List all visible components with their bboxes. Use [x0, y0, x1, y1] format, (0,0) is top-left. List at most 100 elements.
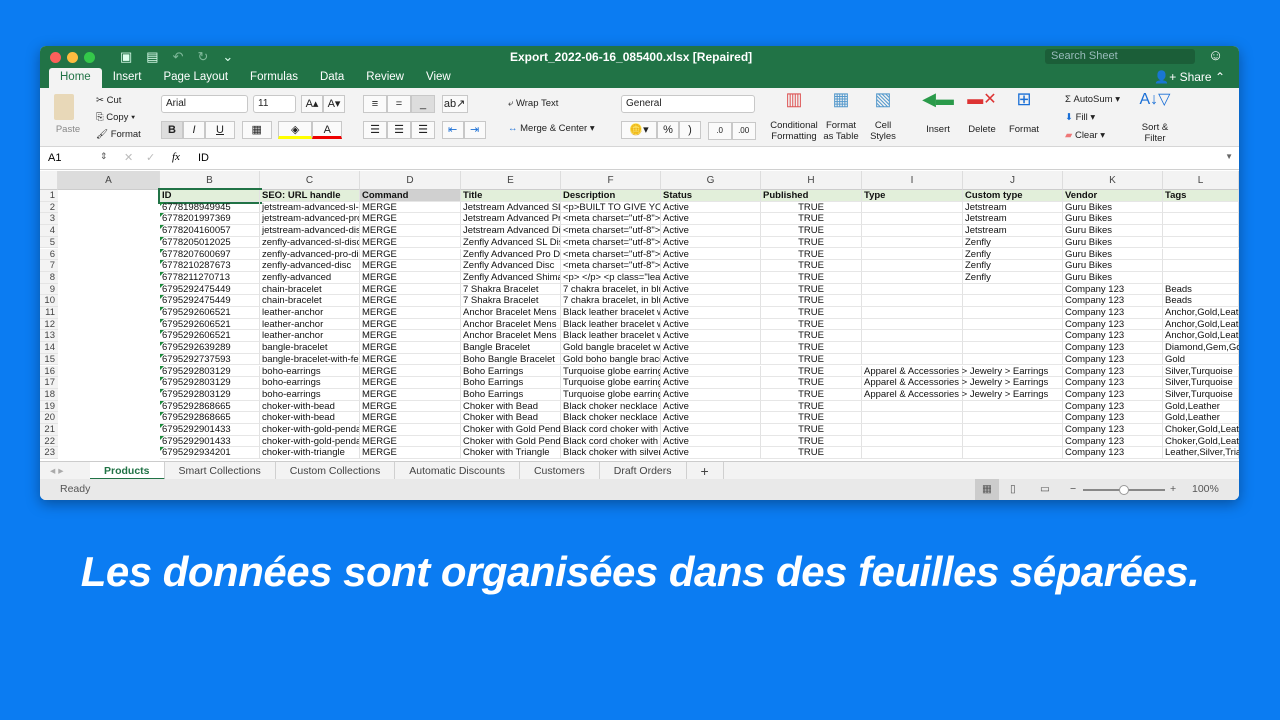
table-cell[interactable]: Choker with Bead [461, 400, 561, 413]
table-cell[interactable]: 6795292901433 [160, 435, 260, 448]
table-cell[interactable]: 6795292606521 [160, 307, 260, 319]
table-cell[interactable] [862, 412, 963, 424]
table-cell[interactable]: zenfly-advanced [260, 271, 360, 284]
column-title-cell[interactable]: Type [862, 190, 963, 202]
table-cell[interactable]: leather-anchor [260, 307, 360, 319]
table-cell[interactable]: Active [661, 283, 761, 296]
table-cell[interactable] [963, 447, 1063, 460]
table-cell[interactable]: chain-bracelet [260, 283, 360, 296]
row-header[interactable]: 12 [40, 318, 58, 331]
column-header-e[interactable]: E [461, 171, 561, 190]
name-box[interactable]: A1 [48, 152, 108, 164]
table-cell[interactable]: <meta charset="utf-8"> - [561, 225, 661, 237]
table-cell[interactable] [1163, 225, 1239, 237]
underline-button[interactable]: U [205, 121, 235, 139]
table-cell[interactable]: Silver,Turquoise [1163, 388, 1239, 401]
table-cell[interactable]: MERGE [360, 295, 461, 307]
table-cell[interactable]: Company 123 [1063, 295, 1163, 307]
table-cell[interactable]: MERGE [360, 353, 461, 366]
table-cell[interactable]: choker-with-gold-pendant [260, 424, 360, 436]
column-title-cell[interactable]: Vendor [1063, 190, 1163, 202]
orientation-icon[interactable]: ab↗ [441, 95, 468, 113]
close-button[interactable] [50, 52, 61, 63]
table-cell[interactable]: 6795292475449 [160, 283, 260, 296]
table-cell[interactable]: MERGE [360, 236, 461, 249]
table-cell[interactable]: 6778198949945 [160, 201, 260, 214]
table-cell[interactable] [862, 400, 963, 413]
table-cell[interactable]: Gold boho bangle brace [561, 353, 661, 366]
table-cell[interactable]: <p>BUILT TO GIVE YO [561, 201, 661, 214]
table-cell[interactable] [862, 330, 963, 343]
cancel-icon[interactable]: ✕ [124, 151, 133, 164]
table-cell[interactable]: 6795292803129 [160, 388, 260, 401]
clear-button[interactable]: ▰ Clear ▾ [1065, 127, 1120, 145]
table-cell[interactable]: Anchor,Gold,Leather,Silver [1163, 330, 1239, 343]
table-cell[interactable]: Guru Bikes [1063, 201, 1163, 214]
table-cell[interactable]: Gold [1163, 353, 1239, 366]
table-cell[interactable]: Active [661, 388, 761, 401]
table-cell[interactable]: TRUE [761, 435, 862, 448]
table-cell[interactable]: Boho Earrings [461, 388, 561, 401]
table-cell[interactable]: 7 chakra bracelet, in blu [561, 295, 661, 307]
table-cell[interactable]: Guru Bikes [1063, 260, 1163, 272]
table-cell[interactable]: 6795292606521 [160, 330, 260, 343]
table-cell[interactable]: 6795292868665 [160, 400, 260, 413]
row-header[interactable]: 22 [40, 435, 58, 448]
table-cell[interactable]: Guru Bikes [1063, 225, 1163, 237]
sidebar-icon[interactable]: ▣ [120, 49, 132, 65]
search-sheet-input[interactable]: Search Sheet [1045, 49, 1195, 64]
table-cell[interactable]: TRUE [761, 377, 862, 389]
table-cell[interactable]: Active [661, 377, 761, 389]
fill-button[interactable]: ⬇ Fill ▾ [1065, 109, 1120, 127]
table-cell[interactable]: bangle-bracelet-with-fea [260, 353, 360, 366]
table-cell[interactable] [1163, 236, 1239, 249]
increase-decimal-icon[interactable]: .0 [707, 122, 732, 140]
table-cell[interactable] [862, 318, 963, 331]
row-header[interactable]: 9 [40, 283, 58, 296]
table-cell[interactable]: Choker,Gold,Leather,Pendant [1163, 424, 1239, 436]
table-cell[interactable] [963, 283, 1063, 296]
table-cell[interactable]: MERGE [360, 330, 461, 343]
table-cell[interactable]: Boho Bangle Bracelet [461, 353, 561, 366]
table-cell[interactable]: Company 123 [1063, 353, 1163, 366]
table-cell[interactable]: <p> </p> <p class="lead [561, 271, 661, 284]
table-cell[interactable] [862, 236, 963, 249]
table-cell[interactable]: Company 123 [1063, 412, 1163, 424]
format-as-table-button[interactable]: ▦ Format as Table [822, 90, 860, 142]
table-cell[interactable]: Turquoise globe earrings [561, 388, 661, 401]
table-cell[interactable]: Active [661, 201, 761, 214]
table-cell[interactable]: 6778201997369 [160, 213, 260, 226]
table-cell[interactable]: MERGE [360, 365, 461, 378]
table-cell[interactable]: Zenfly Advanced Disc [461, 260, 561, 272]
table-cell[interactable]: Black choker with silver [561, 447, 661, 460]
table-cell[interactable]: MERGE [360, 260, 461, 272]
row-header[interactable]: 11 [40, 307, 58, 319]
row-header[interactable]: 3 [40, 213, 58, 226]
table-cell[interactable]: Anchor,Gold,Leather,Silver [1163, 307, 1239, 319]
row-header[interactable]: 6 [40, 248, 58, 261]
table-cell[interactable]: Company 123 [1063, 307, 1163, 319]
row-header[interactable]: 17 [40, 377, 58, 389]
table-cell[interactable]: Active [661, 295, 761, 307]
table-cell[interactable] [963, 424, 1063, 436]
column-header-b[interactable]: B [160, 171, 260, 190]
column-header-h[interactable]: H [761, 171, 862, 190]
table-cell[interactable]: boho-earrings [260, 365, 360, 378]
name-box-stepper-icon[interactable]: ⇕ [100, 151, 108, 162]
table-cell[interactable]: choker-with-bead [260, 412, 360, 424]
customize-icon[interactable]: ⌄ [222, 49, 233, 65]
table-cell[interactable] [862, 201, 963, 214]
table-cell[interactable]: Black cord choker with g [561, 435, 661, 448]
font-size-select[interactable]: 11 [253, 95, 296, 113]
increase-font-icon[interactable]: A▴ [301, 95, 323, 113]
table-cell[interactable]: MERGE [360, 271, 461, 284]
row-header[interactable]: 5 [40, 236, 58, 249]
table-cell[interactable]: TRUE [761, 342, 862, 354]
table-cell[interactable]: TRUE [761, 213, 862, 226]
table-cell[interactable]: MERGE [360, 447, 461, 460]
row-header[interactable]: 15 [40, 353, 58, 366]
tab-review[interactable]: Review [355, 68, 415, 88]
table-cell[interactable]: Zenfly [963, 236, 1063, 249]
table-cell[interactable]: TRUE [761, 236, 862, 249]
table-cell[interactable] [862, 260, 963, 272]
